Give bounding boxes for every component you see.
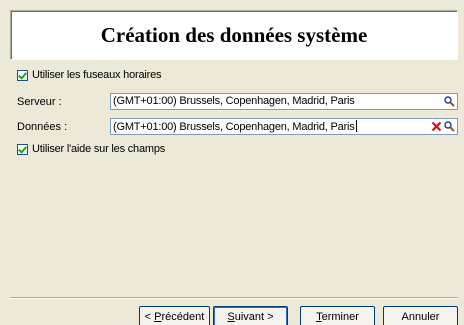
red-x-icon[interactable]	[431, 121, 442, 132]
use-field-help-checkbox[interactable]	[17, 143, 28, 155]
page-title: Création des données système	[100, 23, 368, 47]
server-field[interactable]: (GMT+01:00) Brussels, Copenhagen, Madrid…	[110, 93, 458, 110]
checkmark-icon	[18, 69, 27, 80]
previous-button[interactable]: < Précédent	[139, 306, 210, 325]
data-value: (GMT+01:00) Brussels, Copenhagen, Madrid…	[113, 121, 355, 133]
checkmark-icon	[18, 143, 27, 154]
next-button[interactable]: Suivant >	[213, 306, 288, 325]
data-label: Données :	[17, 121, 68, 133]
server-label: Serveur :	[17, 96, 62, 108]
use-timezones-option[interactable]: Utiliser les fuseaux horaires	[17, 68, 162, 82]
magnifier-icon[interactable]	[444, 96, 455, 107]
server-value: (GMT+01:00) Brussels, Copenhagen, Madrid…	[113, 95, 355, 107]
cancel-button[interactable]: Annuler	[383, 306, 458, 325]
finish-button[interactable]: Terminer	[300, 306, 375, 325]
title-banner: Création des données système	[10, 10, 458, 60]
text-caret	[355, 120, 357, 132]
data-field[interactable]: (GMT+01:00) Brussels, Copenhagen, Madrid…	[110, 118, 458, 135]
use-field-help-label: Utiliser l'aide sur les champs	[32, 143, 166, 155]
use-field-help-option[interactable]: Utiliser l'aide sur les champs	[17, 142, 165, 156]
use-timezones-checkbox[interactable]	[17, 69, 28, 81]
use-timezones-label: Utiliser les fuseaux horaires	[32, 69, 162, 81]
button-separator	[10, 297, 458, 299]
wizard-window: Création des données système Utiliser le…	[0, 0, 464, 325]
magnifier-icon[interactable]	[444, 121, 455, 132]
